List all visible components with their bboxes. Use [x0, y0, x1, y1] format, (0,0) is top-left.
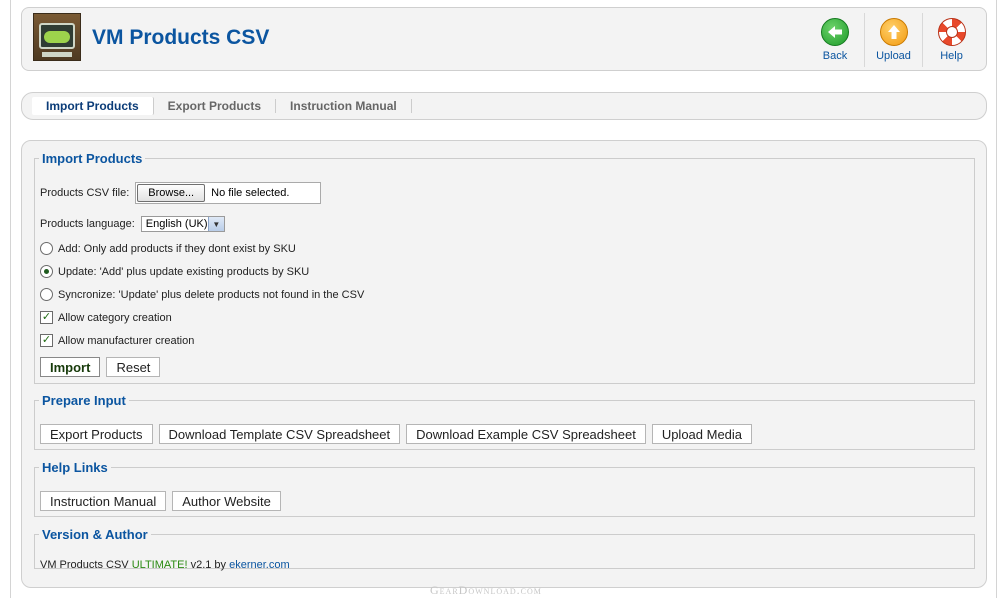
import-products-section: Import Products Products CSV file: Brows…: [34, 151, 975, 384]
tab-import-products[interactable]: Import Products: [32, 97, 154, 115]
file-label: Products CSV file:: [40, 187, 130, 199]
edition-label: ULTIMATE!: [131, 559, 188, 571]
mode-sync-label: Syncronize: 'Update' plus delete product…: [58, 288, 365, 301]
lifebuoy-help-icon: [937, 18, 966, 46]
main-panel: Import Products Products CSV file: Brows…: [21, 140, 987, 588]
upload-label: Upload: [876, 50, 911, 62]
language-row: Products language: English (UK) ▼: [40, 216, 225, 232]
back-label: Back: [822, 50, 848, 62]
mode-sync-option[interactable]: Syncronize: 'Update' plus delete product…: [40, 288, 364, 301]
file-status: No file selected.: [211, 187, 290, 199]
back-arrow-icon: [821, 18, 849, 46]
header: VM Products CSV Back Upload Help: [21, 7, 987, 71]
allow-manufacturer-label: Allow manufacturer creation: [58, 334, 195, 347]
download-template-button[interactable]: Download Template CSV Spreadsheet: [158, 424, 401, 444]
tab-instruction-manual[interactable]: Instruction Manual: [276, 99, 412, 113]
mode-add-option[interactable]: Add: Only add products if they dont exis…: [40, 242, 296, 255]
author-website-button[interactable]: Author Website: [172, 491, 281, 511]
upload-arrow-icon: [879, 18, 908, 46]
logo-monitor-icon: [39, 23, 75, 49]
prepare-input-section: Prepare Input Export Products Download T…: [34, 393, 975, 450]
instruction-manual-button[interactable]: Instruction Manual: [40, 491, 167, 511]
mode-add-radio[interactable]: [40, 242, 53, 255]
export-products-button[interactable]: Export Products: [40, 424, 153, 444]
page-title: VM Products CSV: [92, 26, 270, 49]
allow-category-checkbox[interactable]: ✓: [40, 311, 53, 324]
toolbar: Back Upload Help: [806, 13, 980, 67]
upload-button[interactable]: Upload: [864, 13, 922, 67]
mode-update-option[interactable]: Update: 'Add' plus update existing produ…: [40, 265, 309, 278]
mode-update-radio[interactable]: [40, 265, 53, 278]
allow-manufacturer-option[interactable]: ✓ Allow manufacturer creation: [40, 334, 194, 347]
version-section: Version & Author VM Products CSV ULTIMAT…: [34, 527, 975, 571]
language-select[interactable]: English (UK) ▼: [140, 216, 225, 232]
language-value: English (UK): [145, 218, 208, 230]
mode-update-label: Update: 'Add' plus update existing produ…: [58, 265, 310, 278]
mode-sync-radio[interactable]: [40, 288, 53, 301]
allow-category-option[interactable]: ✓ Allow category creation: [40, 311, 172, 324]
import-button[interactable]: Import: [40, 357, 101, 377]
version-legend: Version & Author: [42, 527, 148, 542]
file-input[interactable]: Browse... No file selected.: [135, 182, 322, 204]
version-prefix: VM Products CSV: [40, 559, 132, 571]
mode-add-label: Add: Only add products if they dont exis…: [58, 242, 296, 255]
app-logo: [33, 13, 81, 61]
upload-media-button[interactable]: Upload Media: [651, 424, 753, 444]
language-label: Products language:: [40, 218, 135, 230]
help-button[interactable]: Help: [922, 13, 980, 67]
back-button[interactable]: Back: [806, 13, 864, 67]
download-example-button[interactable]: Download Example CSV Spreadsheet: [406, 424, 646, 444]
allow-manufacturer-checkbox[interactable]: ✓: [40, 334, 53, 347]
version-line: VM Products CSV ULTIMATE! v2.1 by ekerne…: [40, 559, 290, 571]
help-links-section: Help Links Instruction Manual Author Web…: [34, 460, 975, 517]
import-products-legend: Import Products: [42, 151, 143, 166]
prepare-input-legend: Prepare Input: [42, 393, 126, 408]
prepare-actions: Export Products Download Template CSV Sp…: [40, 424, 758, 444]
allow-category-label: Allow category creation: [58, 311, 172, 324]
chevron-down-icon[interactable]: ▼: [207, 217, 224, 231]
reset-button[interactable]: Reset: [106, 357, 161, 377]
author-link[interactable]: ekerner.com: [229, 559, 290, 571]
tab-export-products[interactable]: Export Products: [154, 99, 277, 113]
help-links-legend: Help Links: [42, 460, 108, 475]
tab-bar: Import Products Export Products Instruct…: [21, 92, 987, 120]
file-row: Products CSV file: Browse... No file sel…: [40, 182, 322, 204]
watermark: GearDownload.com: [430, 583, 542, 597]
browse-button[interactable]: Browse...: [137, 184, 206, 202]
import-actions: Import Reset: [40, 357, 166, 377]
version-suffix: v2.1 by: [187, 559, 230, 571]
help-label: Help: [940, 50, 963, 62]
help-actions: Instruction Manual Author Website: [40, 491, 287, 511]
